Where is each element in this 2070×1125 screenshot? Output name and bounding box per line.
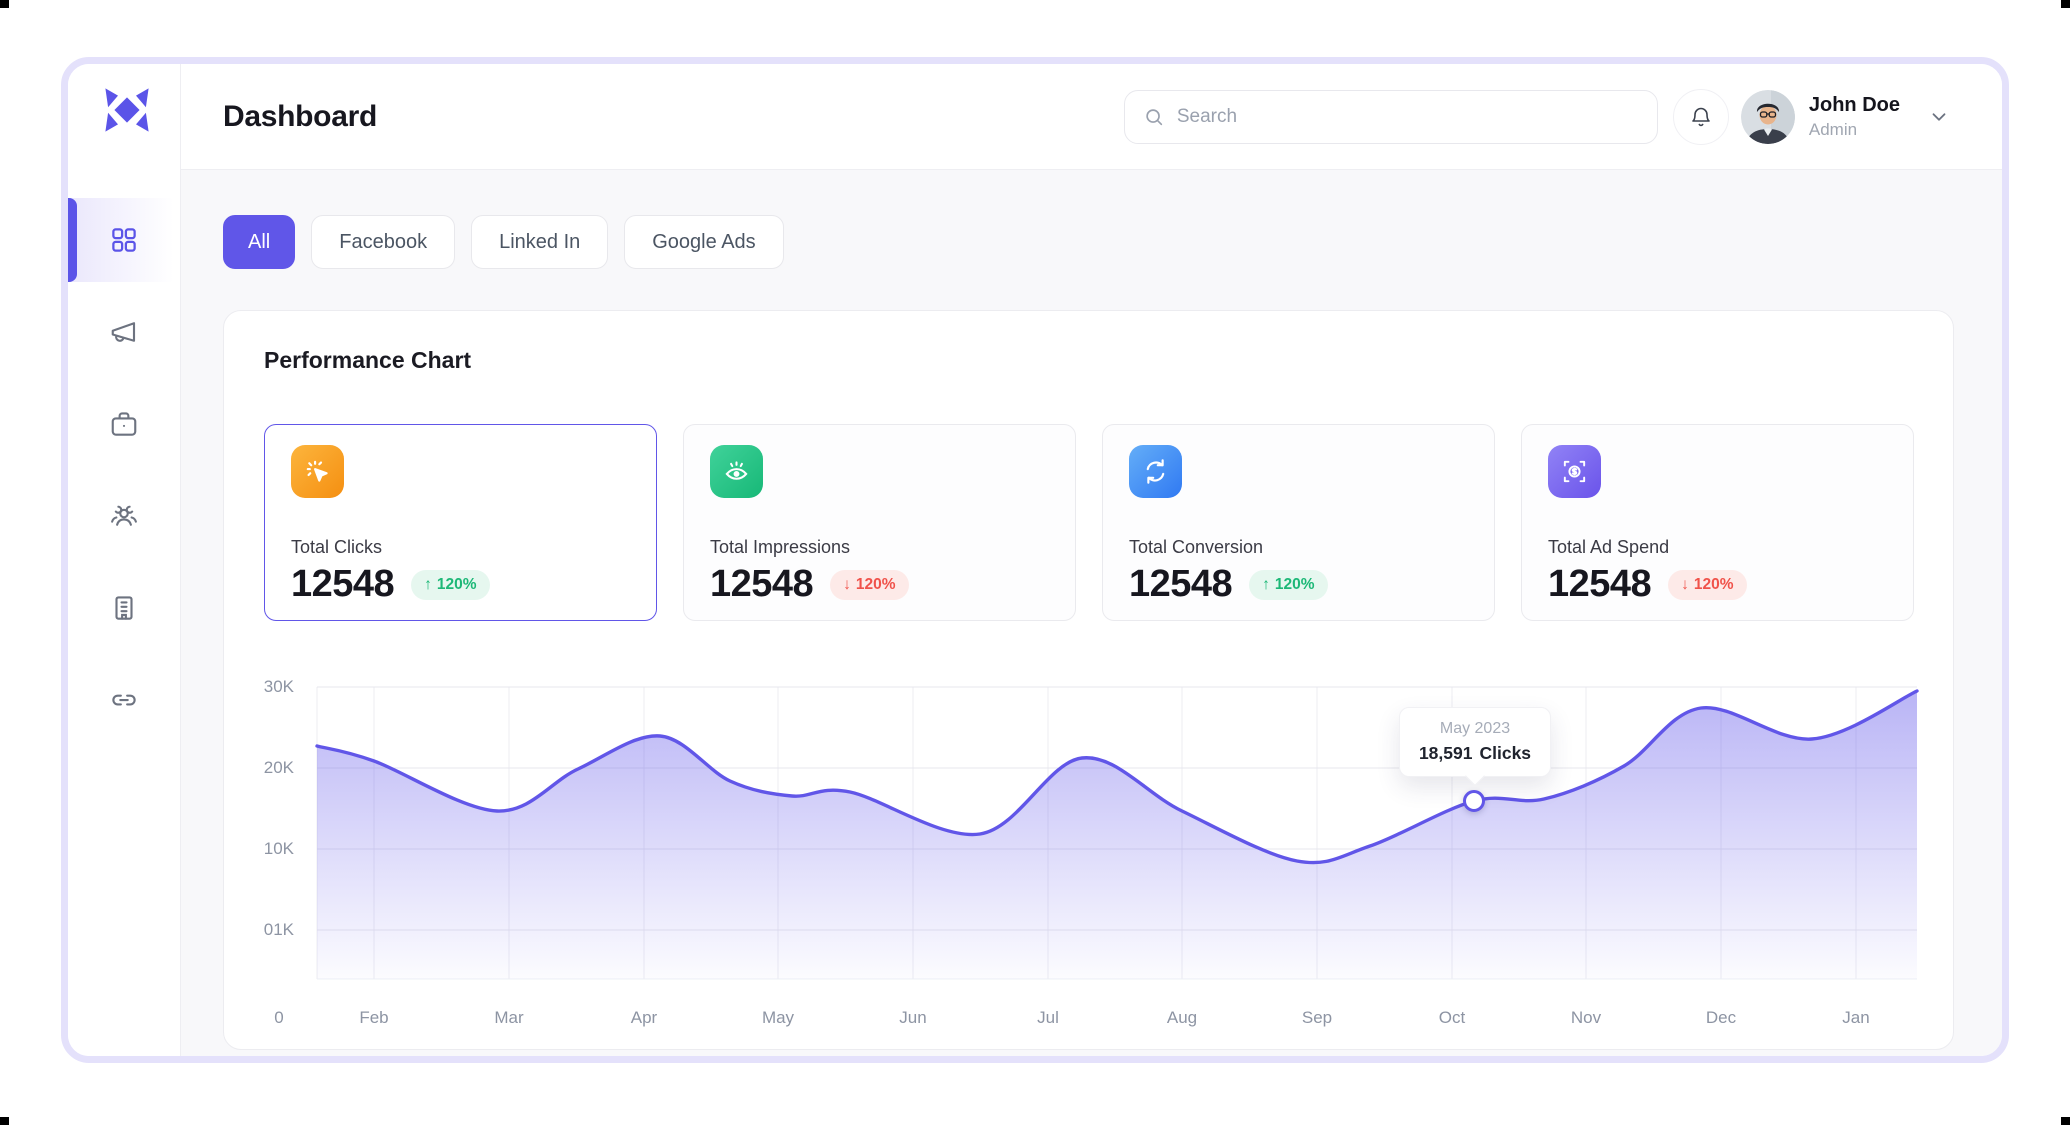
filter-tab-linked-in[interactable]: Linked In [471, 215, 608, 269]
arrow-down-icon: ↓ [1681, 576, 1689, 594]
tooltip-value: 18,591 Clicks [1419, 743, 1531, 764]
user-role: Admin [1809, 120, 1900, 140]
arrow-down-icon: ↓ [843, 576, 851, 594]
eye-icon [710, 445, 763, 498]
y-axis-tick: 10K [224, 839, 294, 859]
search-icon [1143, 106, 1165, 128]
sidebar-item-business[interactable] [68, 382, 179, 466]
y-axis-tick: 01K [224, 920, 294, 940]
chart-data-point-marker[interactable] [1463, 790, 1485, 812]
stat-delta-badge: ↑ 120% [411, 570, 489, 600]
cycle-icon [1129, 445, 1182, 498]
search-input[interactable] [1177, 106, 1639, 128]
filter-tab-google-ads[interactable]: Google Ads [624, 215, 783, 269]
avatar[interactable] [1741, 90, 1795, 144]
sidebar-item-dashboard[interactable] [68, 198, 179, 282]
chart-area-fill [317, 691, 1917, 979]
chevron-down-icon[interactable] [1928, 106, 1950, 128]
app-window: Dashboard John Doe Admin All Facebook Link… [61, 57, 2009, 1063]
page-title: Dashboard [223, 100, 377, 134]
user-name: John Doe [1809, 94, 1900, 117]
chart-tooltip: May 2023 18,591 Clicks [1399, 707, 1551, 777]
stat-label: Total Ad Spend [1548, 537, 1887, 558]
stat-label: Total Clicks [291, 537, 630, 558]
x-axis-tick: Nov [1546, 1008, 1626, 1028]
x-axis-tick: Feb [334, 1008, 414, 1028]
x-axis-tick: Jul [1008, 1008, 1088, 1028]
briefcase-icon [109, 409, 139, 439]
arrow-up-icon: ↑ [424, 576, 432, 594]
sidebar-nav [68, 198, 179, 750]
sidebar-item-campaigns[interactable] [68, 290, 179, 374]
x-axis-tick: Aug [1142, 1008, 1222, 1028]
filter-tab-all[interactable]: All [223, 215, 295, 269]
stat-value: 12548 [1548, 563, 1651, 606]
stat-delta-badge: ↑ 120% [1249, 570, 1327, 600]
app-logo[interactable] [100, 88, 154, 136]
notifications-button[interactable] [1673, 89, 1729, 145]
building-icon [109, 593, 139, 623]
stat-delta-badge: ↓ 120% [830, 570, 908, 600]
x-axis-tick: Oct [1412, 1008, 1492, 1028]
link-icon [109, 685, 139, 715]
platform-filters: All Facebook Linked In Google Ads [223, 215, 1953, 269]
x-axis-tick: Jan [1816, 1008, 1896, 1028]
logo-icon [100, 86, 154, 139]
stat-card-total-clicks[interactable]: Total Clicks 12548 ↑ 120% [264, 424, 657, 621]
sidebar-item-audience[interactable] [68, 474, 179, 558]
screen-corner-mark [0, 1117, 9, 1125]
stat-delta-badge: ↓ 120% [1668, 570, 1746, 600]
screen-corner-mark [0, 0, 9, 8]
tooltip-title: May 2023 [1440, 720, 1510, 738]
x-axis-tick: Apr [604, 1008, 684, 1028]
x-axis-tick: Dec [1681, 1008, 1761, 1028]
stat-value: 12548 [291, 563, 394, 606]
search-box[interactable] [1124, 90, 1658, 144]
sidebar [68, 64, 181, 1056]
stat-value: 12548 [710, 563, 813, 606]
screen-corner-mark [2061, 0, 2070, 8]
stat-card-total-impressions[interactable]: Total Impressions 12548 ↓ 120% [683, 424, 1076, 621]
stat-card-total-conversion[interactable]: Total Conversion 12548 ↑ 120% [1102, 424, 1495, 621]
sidebar-item-links[interactable] [68, 658, 179, 742]
stat-value: 12548 [1129, 563, 1232, 606]
stat-label: Total Conversion [1129, 537, 1468, 558]
x-axis-tick: 0 [239, 1008, 319, 1028]
panel-title: Performance Chart [264, 347, 471, 374]
y-axis-tick: 30K [224, 677, 294, 697]
stats-row: Total Clicks 12548 ↑ 120% Total Impressi… [264, 424, 1914, 621]
arrow-up-icon: ↑ [1262, 576, 1270, 594]
megaphone-icon [109, 317, 139, 347]
y-axis-tick: 20K [224, 758, 294, 778]
sidebar-item-company[interactable] [68, 566, 179, 650]
performance-panel: Performance Chart Total Clicks 12548 ↑ 1… [223, 310, 1954, 1050]
stat-label: Total Impressions [710, 537, 1049, 558]
users-icon [109, 501, 139, 531]
click-icon [291, 445, 344, 498]
stat-card-total-ad-spend[interactable]: Total Ad Spend 12548 ↓ 120% [1521, 424, 1914, 621]
dollar-expand-icon [1548, 445, 1601, 498]
x-axis-tick: Jun [873, 1008, 953, 1028]
avatar-image [1741, 90, 1795, 144]
x-axis-tick: Mar [469, 1008, 549, 1028]
x-axis-tick: May [738, 1008, 818, 1028]
bell-icon [1689, 105, 1713, 129]
main-content: All Facebook Linked In Google Ads Performan… [181, 170, 2002, 1056]
grid-icon [109, 225, 139, 255]
screen-corner-mark [2061, 1117, 2070, 1125]
performance-area-chart[interactable] [317, 661, 1917, 981]
x-axis-tick: Sep [1277, 1008, 1357, 1028]
user-meta: John Doe Admin [1809, 94, 1900, 140]
header: Dashboard John Doe Admin [181, 64, 2002, 170]
filter-tab-facebook[interactable]: Facebook [311, 215, 455, 269]
